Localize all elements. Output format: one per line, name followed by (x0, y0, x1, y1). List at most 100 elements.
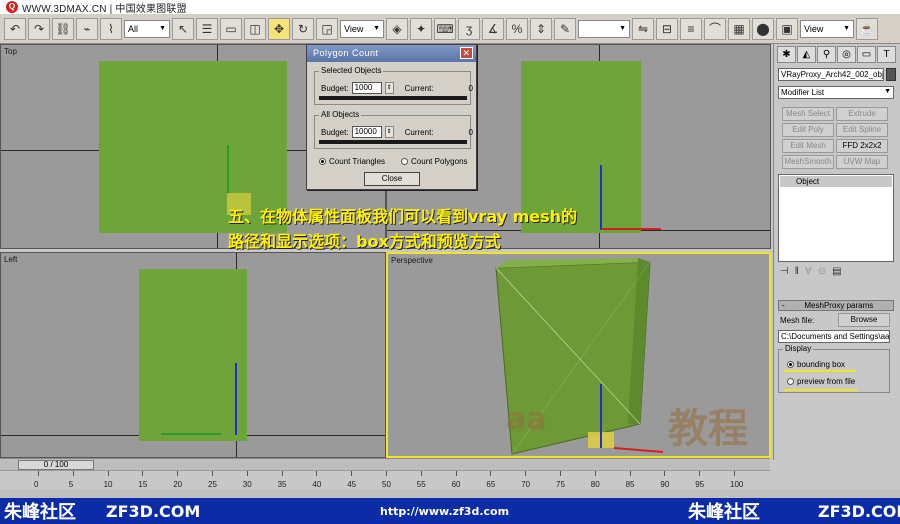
spinner-arrows-icon[interactable]: ⇕ (384, 82, 394, 94)
remove-modifier-icon[interactable]: ⊖ (818, 266, 826, 277)
footer-left-en: ZF3D.COM (106, 501, 201, 521)
edit-spline-button[interactable]: Edit Spline (836, 123, 888, 137)
link-icon[interactable]: ⛓ (52, 17, 74, 40)
undo-icon[interactable]: ↶ (4, 17, 26, 40)
x-axis-gizmo (601, 228, 661, 230)
angle-snap-icon[interactable]: ∡ (482, 17, 504, 40)
render-setup-icon[interactable]: ▣ (776, 17, 798, 40)
edit-poly-button[interactable]: Edit Poly (782, 123, 834, 137)
named-selection-dropdown[interactable]: ▼ (578, 19, 630, 38)
mesh-file-path-field[interactable]: C:\Documents and Settings\aa (778, 330, 890, 343)
object-name-field[interactable]: VRayProxy_Arch42_002_obj_ (778, 68, 884, 81)
rect-selection-icon[interactable]: ▭ (220, 17, 242, 40)
percent-snap-icon[interactable]: % (506, 17, 528, 40)
object-color-swatch[interactable] (886, 68, 896, 81)
material-editor-icon[interactable]: ⬤ (752, 17, 774, 40)
mirror-icon[interactable]: ⇋ (632, 17, 654, 40)
selection-filter-dropdown[interactable]: All ▼ (124, 19, 170, 38)
all-budget-bar (319, 140, 467, 144)
redo-icon[interactable]: ↷ (28, 17, 50, 40)
select-scale-icon[interactable]: ◲ (316, 17, 338, 40)
show-end-result-icon[interactable]: ‖ (795, 266, 799, 277)
dialog-title-bar[interactable]: Polygon Count ✕ (307, 45, 476, 62)
pin-stack-icon[interactable]: ⊣ (780, 266, 789, 277)
highlight-underline (784, 389, 858, 391)
create-tab-icon[interactable]: ✱ (777, 46, 796, 63)
timeline-tick-label: 95 (695, 480, 705, 489)
viewport-top-label: Top (4, 47, 17, 56)
reference-coordinate-dropdown[interactable]: View ▼ (340, 19, 384, 38)
timeline-tick-mark (594, 471, 596, 476)
main-toolbar: ↶ ↷ ⛓ ⌁ ⌇ All ▼ ↖ ☰ ▭ ◫ ✥ ↻ ◲ View ▼ ◈ ✦ ⌨… (0, 14, 900, 44)
meshsmooth-button[interactable]: MeshSmooth (782, 155, 834, 169)
close-icon[interactable]: ✕ (460, 47, 473, 59)
curve-editor-icon[interactable]: ⌒ (704, 17, 726, 40)
budget-label: Budget: (321, 127, 349, 137)
select-object-icon[interactable]: ↖ (172, 17, 194, 40)
render-type-dropdown[interactable]: View ▼ (800, 19, 854, 38)
motion-tab-icon[interactable]: ◎ (837, 46, 856, 63)
footer-left-cn: 朱峰社区 (4, 502, 76, 523)
command-panel-tabs: ✱ ◭ ⚲ ◎ ▭ T (777, 46, 896, 63)
bind-space-warp-icon[interactable]: ⌇ (100, 17, 122, 40)
stack-item-object[interactable]: Object (780, 176, 892, 187)
timeline-tick-mark (316, 471, 318, 476)
preview-from-file-radio[interactable]: preview from file (787, 377, 855, 386)
modify-tab-icon[interactable]: ◭ (797, 46, 816, 63)
uvw-map-button[interactable]: UVW Map (836, 155, 888, 169)
all-objects-label: All Objects (319, 110, 362, 119)
bounding-box-radio[interactable]: bounding box (787, 360, 845, 369)
mesh-select-button[interactable]: Mesh Select (782, 107, 834, 121)
current-label: Current: (404, 83, 434, 93)
pivot-center-icon[interactable]: ◈ (386, 17, 408, 40)
schematic-view-icon[interactable]: ▦ (728, 17, 750, 40)
time-slider[interactable]: 0 / 100 (18, 460, 94, 470)
proxy-object-left[interactable] (139, 269, 247, 441)
align-icon[interactable]: ⊟ (656, 17, 678, 40)
count-polygons-radio[interactable]: Count Polygons (401, 157, 468, 166)
status-bar (0, 490, 900, 498)
make-unique-icon[interactable]: ∀ (805, 266, 812, 277)
display-tab-icon[interactable]: ▭ (857, 46, 876, 63)
selected-budget-input[interactable]: 1000 (351, 82, 382, 94)
edit-named-selection-icon[interactable]: ✎ (554, 17, 576, 40)
layer-manager-icon[interactable]: ≡ (680, 17, 702, 40)
hierarchy-tab-icon[interactable]: ⚲ (817, 46, 836, 63)
timeline-tick-mark (38, 471, 39, 476)
select-by-name-icon[interactable]: ☰ (196, 17, 218, 40)
viewport-left[interactable]: Left (0, 252, 386, 458)
spinner-arrows-icon[interactable]: ⇕ (384, 126, 394, 138)
keyboard-shortcut-icon[interactable]: ⌨ (434, 17, 456, 40)
unlink-icon[interactable]: ⌁ (76, 17, 98, 40)
timeline-tick-label: 75 (556, 480, 565, 489)
time-slider-track[interactable]: 0 / 100 (0, 458, 770, 470)
close-button[interactable]: Close (364, 172, 420, 186)
utilities-tab-icon[interactable]: T (877, 46, 896, 63)
dialog-title: Polygon Count (313, 48, 379, 58)
timeline-tick-mark (664, 471, 666, 476)
timeline-tick-mark (246, 471, 248, 476)
extrude-button[interactable]: Extrude (836, 107, 888, 121)
all-budget-input[interactable]: 10000 (351, 126, 382, 138)
mesh-file-label: Mesh file: (780, 316, 815, 325)
select-manipulate-icon[interactable]: ✦ (410, 17, 432, 40)
spinner-snap-icon[interactable]: ⇕ (530, 17, 552, 40)
ffd-button[interactable]: FFD 2x2x2 (836, 139, 888, 153)
stack-controls: ⊣ ‖ ∀ ⊖ ▤ (780, 266, 842, 277)
modifier-list-dropdown[interactable]: Modifier List ▼ (778, 86, 894, 99)
browse-button[interactable]: Browse (838, 313, 890, 327)
selected-objects-group: Selected Objects Budget: 1000 ⇕ Current:… (314, 66, 473, 105)
select-rotate-icon[interactable]: ↻ (292, 17, 314, 40)
configure-sets-icon[interactable]: ▤ (832, 266, 841, 277)
budget-label: Budget: (321, 83, 349, 93)
meshproxy-params-rollout[interactable]: - MeshProxy params (778, 300, 894, 311)
watermark-latin: aa (506, 402, 547, 437)
count-triangles-radio[interactable]: Count Triangles (319, 157, 385, 166)
quick-render-icon[interactable]: ☕ (856, 17, 878, 40)
select-move-icon[interactable]: ✥ (268, 17, 290, 40)
snap-toggle-icon[interactable]: ʒ (458, 17, 480, 40)
edit-mesh-button[interactable]: Edit Mesh (782, 139, 834, 153)
viewport-perspective[interactable]: Perspective aa 教程 (386, 252, 771, 458)
window-crossing-icon[interactable]: ◫ (244, 17, 266, 40)
track-bar[interactable]: 0 5 10 15 20 25 30 35 40 45 50 55 60 65 70 75 80 85 90 95 10… (0, 470, 770, 492)
